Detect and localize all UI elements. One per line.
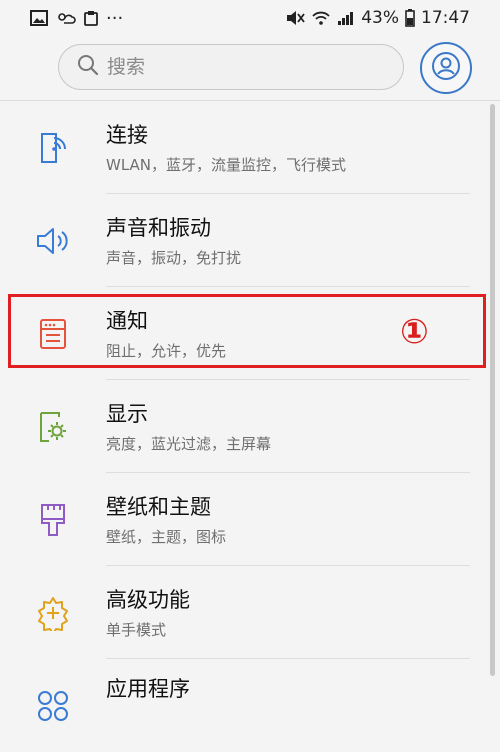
battery-percent: 43% xyxy=(361,8,399,28)
scrollbar[interactable] xyxy=(490,104,495,676)
clock: 17:47 xyxy=(421,8,470,28)
settings-item-text: 显示 亮度，蓝光过滤，主屏幕 xyxy=(106,400,271,454)
settings-item-subtitle: 单手模式 xyxy=(106,621,167,639)
step-marker: ① xyxy=(400,312,429,352)
settings-item-advanced[interactable]: 高级功能 单手模式 xyxy=(0,566,500,659)
settings-item-connections[interactable]: 连接 WLAN，蓝牙，流量监控，飞行模式 xyxy=(0,101,500,194)
mute-icon xyxy=(285,10,305,26)
settings-item-sound[interactable]: 声音和振动 声音，振动，免打扰 xyxy=(0,194,500,287)
settings-item-wallpaper[interactable]: 壁纸和主题 壁纸，主题，图标 xyxy=(0,473,500,566)
settings-item-text: 通知 阻止，允许，优先 xyxy=(106,307,226,361)
settings-item-subtitle: 壁纸，主题，图标 xyxy=(106,528,227,546)
status-bar: ··· 43% 17:47 xyxy=(0,0,500,36)
settings-item-apps[interactable]: 应用程序 xyxy=(0,659,500,752)
settings-list: 连接 WLAN，蓝牙，流量监控，飞行模式 声音和振动 声音，振动，免打扰 通知 … xyxy=(0,101,500,752)
settings-item-title: 通知 xyxy=(106,309,148,333)
battery-icon xyxy=(405,9,415,27)
connections-icon xyxy=(34,129,72,167)
gallery-icon xyxy=(30,10,48,26)
settings-item-title: 连接 xyxy=(106,123,148,147)
sound-icon xyxy=(34,222,72,260)
account-button[interactable] xyxy=(420,42,472,94)
settings-item-title: 显示 xyxy=(106,402,148,426)
search-input[interactable] xyxy=(105,55,369,79)
wallpaper-icon xyxy=(34,501,72,539)
search-bar[interactable] xyxy=(58,44,404,90)
settings-item-text: 声音和振动 声音，振动，免打扰 xyxy=(106,214,241,268)
settings-item-subtitle: 阻止，允许，优先 xyxy=(106,342,227,360)
display-icon xyxy=(34,408,72,446)
settings-item-subtitle: 亮度，蓝光过滤，主屏幕 xyxy=(106,435,272,453)
settings-item-display[interactable]: 显示 亮度，蓝光过滤，主屏幕 xyxy=(0,380,500,473)
weather-icon xyxy=(56,10,76,26)
settings-item-title: 高级功能 xyxy=(106,588,190,612)
status-right: 43% 17:47 xyxy=(285,8,470,28)
clipboard-icon xyxy=(84,10,98,26)
account-icon xyxy=(431,51,461,85)
settings-item-title: 声音和振动 xyxy=(106,216,211,240)
advanced-icon xyxy=(34,594,72,632)
search-icon xyxy=(77,54,99,80)
apps-icon xyxy=(34,687,72,725)
wifi-icon xyxy=(311,10,331,26)
status-left: ··· xyxy=(30,8,123,29)
settings-item-subtitle: WLAN，蓝牙，流量监控，飞行模式 xyxy=(106,156,347,174)
settings-item-title: 壁纸和主题 xyxy=(106,495,211,519)
settings-item-text: 高级功能 单手模式 xyxy=(106,586,190,640)
settings-item-subtitle: 声音，振动，免打扰 xyxy=(106,249,242,267)
settings-item-title: 应用程序 xyxy=(106,677,190,701)
signal-icon xyxy=(337,10,355,26)
notifications-icon xyxy=(34,315,72,353)
more-notifications: ··· xyxy=(106,7,124,29)
settings-item-text: 应用程序 xyxy=(106,675,190,703)
search-row xyxy=(0,36,500,100)
settings-item-text: 连接 WLAN，蓝牙，流量监控，飞行模式 xyxy=(106,121,346,175)
settings-item-text: 壁纸和主题 壁纸，主题，图标 xyxy=(106,493,226,547)
